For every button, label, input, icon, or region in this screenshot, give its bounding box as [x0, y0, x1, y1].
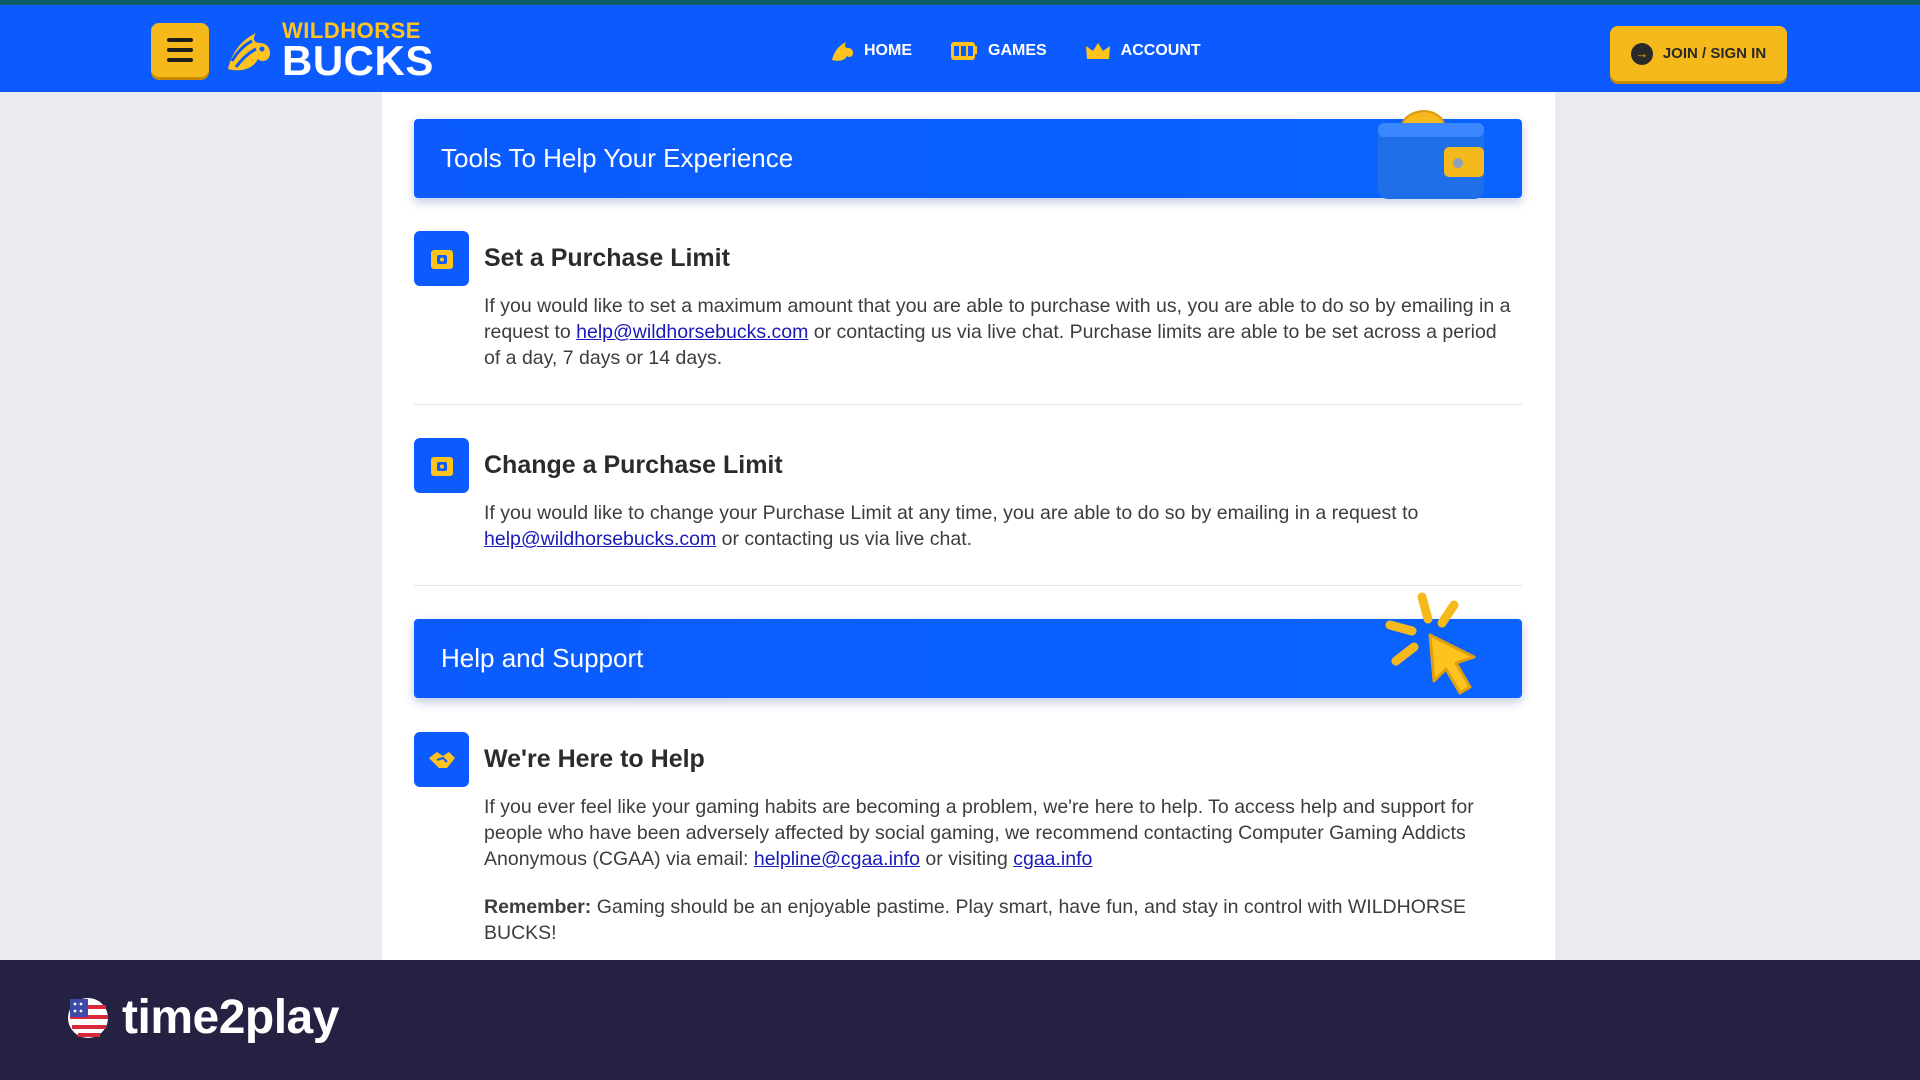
pointer-click-icon	[1385, 592, 1476, 695]
change-limit-body: If you would like to change your Purchas…	[484, 502, 1419, 550]
hamburger-icon	[167, 38, 193, 42]
tools-banner-title: Tools To Help Your Experience	[441, 143, 794, 173]
change-limit-title: Change a Purchase Limit	[484, 451, 783, 479]
nav-account-label: ACCOUNT	[1120, 42, 1201, 59]
here-to-help-body: If you ever feel like your gaming habits…	[484, 796, 1474, 944]
tools-banner: Tools To Help Your Experience	[414, 110, 1522, 199]
wallet-icon	[1378, 110, 1484, 199]
logo-wordmark-bottom: BUCKS	[282, 37, 434, 84]
nav-games-label: GAMES	[988, 42, 1047, 59]
site-logo[interactable]: WILDHORSE BUCKS	[222, 20, 434, 84]
set-limit-title: Set a Purchase Limit	[484, 244, 730, 272]
nav-home-label: HOME	[864, 42, 912, 59]
us-flag-icon	[68, 997, 108, 1038]
join-label: JOIN / SIGN IN	[1662, 45, 1767, 62]
join-sign-in-button[interactable]: → JOIN / SIGN IN	[1610, 26, 1787, 81]
lock-box-icon	[414, 438, 469, 493]
help-email-link[interactable]: help@wildhorsebucks.com	[576, 321, 808, 343]
horse-logo-icon	[228, 33, 270, 71]
here-to-help-title: We're Here to Help	[484, 745, 705, 773]
main-nav: HOME GAMES ACCOUNT	[830, 5, 1201, 97]
help-banner-title: Help and Support	[441, 643, 644, 673]
cgaa-email-link[interactable]: helpline@cgaa.info	[754, 848, 920, 870]
set-limit-body: If you would like to set a maximum amoun…	[484, 295, 1511, 369]
lock-box-icon	[414, 231, 469, 286]
help-banner: Help and Support	[414, 592, 1522, 698]
divider	[414, 404, 1522, 405]
content-panel: Tools To Help Your Experience Set a Purc…	[382, 92, 1555, 960]
arrow-right-icon: →	[1630, 42, 1653, 65]
hamburger-menu-button[interactable]	[151, 23, 209, 77]
footer-bar: time2play	[0, 960, 1920, 1080]
divider	[414, 585, 1522, 586]
top-navbar: WILDHORSE BUCKS HOME GAMES ACCOUNT → JOI…	[0, 0, 1920, 92]
slot-machine-icon	[951, 42, 977, 60]
crown-icon	[1085, 43, 1110, 59]
nav-account[interactable]: ACCOUNT	[1085, 41, 1201, 61]
brand-wordmark: time2play	[122, 991, 339, 1044]
handshake-icon	[414, 732, 469, 787]
nav-games[interactable]: GAMES	[950, 40, 1047, 62]
help-email-link[interactable]: help@wildhorsebucks.com	[484, 528, 716, 550]
horse-head-icon	[832, 42, 853, 61]
cgaa-site-link[interactable]: cgaa.info	[1013, 848, 1092, 870]
remember-label: Remember:	[484, 896, 592, 918]
time2play-brand: time2play	[66, 990, 339, 1045]
nav-home[interactable]: HOME	[830, 40, 912, 62]
